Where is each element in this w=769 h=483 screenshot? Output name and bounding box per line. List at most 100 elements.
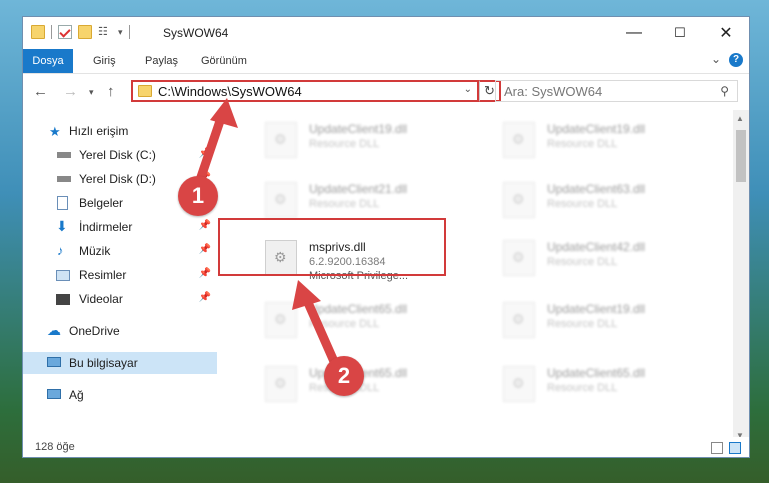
file-type: Resource DLL xyxy=(547,198,618,210)
file-tile[interactable]: UpdateClient65.dll Resource DLL xyxy=(259,300,489,344)
file-tile[interactable]: UpdateClient42.dll Resource DLL xyxy=(497,238,727,282)
dll-file-icon xyxy=(503,182,535,218)
scrollbar-thumb[interactable] xyxy=(736,130,746,182)
forward-icon[interactable]: → xyxy=(63,83,78,100)
tab-view[interactable]: Görünüm xyxy=(201,49,247,73)
dll-file-icon xyxy=(265,366,297,402)
file-type: Resource DLL xyxy=(547,256,618,268)
tiles-view-icon[interactable] xyxy=(729,442,741,454)
ribbon: Dosya Giriş Paylaş Görünüm ⌄ ? xyxy=(23,49,749,74)
search-input[interactable]: Ara: SysWOW64 ⚲ xyxy=(495,80,738,102)
details-view-icon[interactable] xyxy=(711,442,723,454)
sidebar-item-label: Belgeler xyxy=(79,196,124,210)
music-icon: ♪ xyxy=(57,243,64,258)
sidebar-item-label: Ağ xyxy=(69,388,84,402)
computer-icon xyxy=(47,357,61,367)
view-options-icon[interactable]: ☷ xyxy=(98,25,112,39)
file-tile[interactable]: UpdateClient65.dll Resource DLL xyxy=(497,364,727,408)
help-icon[interactable]: ? xyxy=(729,53,743,67)
file-name: UpdateClient21.dll xyxy=(309,182,408,196)
documents-icon xyxy=(57,196,68,210)
search-placeholder: Ara: SysWOW64 xyxy=(504,84,603,99)
sidebar-item-pictures[interactable]: Resimler 📌 xyxy=(23,264,217,286)
network-icon xyxy=(47,389,61,399)
file-name: UpdateClient19.dll xyxy=(309,122,408,136)
file-type: Resource DLL xyxy=(547,138,618,150)
tab-file[interactable]: Dosya xyxy=(23,49,73,73)
separator xyxy=(51,25,52,39)
file-type: Resource DLL xyxy=(547,382,618,394)
file-tile[interactable]: UpdateClient19.dll Resource DLL xyxy=(497,300,727,344)
file-tile[interactable]: UpdateClient19.dll Resource DLL xyxy=(497,120,727,164)
sidebar-item-label: Bu bilgisayar xyxy=(69,356,138,370)
sidebar-item-videos[interactable]: Videolar 📌 xyxy=(23,288,217,310)
folder-icon[interactable] xyxy=(31,25,45,39)
star-icon: ★ xyxy=(49,124,61,139)
address-bar[interactable]: C:\Windows\SysWOW64 ⌄ xyxy=(131,80,479,102)
chevron-down-icon[interactable]: ⌄ xyxy=(464,84,472,95)
vertical-scrollbar[interactable]: ▲ ▼ xyxy=(733,110,749,444)
file-name: UpdateClient63.dll xyxy=(547,182,646,196)
chevron-down-icon[interactable]: ▾ xyxy=(118,27,123,38)
cloud-icon: ☁ xyxy=(47,322,61,338)
quick-access-toolbar: ☷ ▾ xyxy=(31,25,130,39)
dll-file-icon xyxy=(503,366,535,402)
file-name: UpdateClient65.dll xyxy=(309,302,408,316)
sidebar-item-drive-c[interactable]: Yerel Disk (C:) 📌 xyxy=(23,144,217,166)
file-tile[interactable]: UpdateClient65.dll Resource DLL xyxy=(259,364,489,408)
sidebar-item-label: Hızlı erişim xyxy=(69,124,129,138)
pin-icon[interactable]: 📌 xyxy=(199,292,211,303)
file-type: Resource DLL xyxy=(309,318,380,330)
recent-locations-icon[interactable]: ▾ xyxy=(89,87,94,98)
pin-icon[interactable]: 📌 xyxy=(199,220,211,231)
close-button[interactable]: ✕ xyxy=(703,17,749,49)
folder-icon xyxy=(138,85,152,97)
up-icon[interactable]: ↑ xyxy=(107,83,115,100)
status-bar: 128 öğe xyxy=(23,437,749,457)
window-title: SysWOW64 xyxy=(163,26,229,40)
file-name: UpdateClient42.dll xyxy=(547,240,646,254)
file-tile[interactable]: UpdateClient19.dll Resource DLL xyxy=(259,120,489,164)
new-folder-icon[interactable] xyxy=(78,25,92,39)
sidebar-item-quick-access[interactable]: ★ Hızlı erişim xyxy=(23,120,217,142)
drive-icon xyxy=(57,176,71,182)
tab-home[interactable]: Giriş xyxy=(93,49,116,73)
download-icon: ⬇ xyxy=(56,218,68,234)
back-icon[interactable]: ← xyxy=(33,83,48,100)
file-tile[interactable]: UpdateClient63.dll Resource DLL xyxy=(497,180,727,224)
maximize-button[interactable]: ☐ xyxy=(657,17,703,49)
pin-icon[interactable]: 📌 xyxy=(199,148,211,159)
tab-share[interactable]: Paylaş xyxy=(145,49,178,73)
ribbon-expand-icon[interactable]: ⌄ xyxy=(711,52,721,66)
file-type: Resource DLL xyxy=(309,198,380,210)
sidebar-item-onedrive[interactable]: ☁ OneDrive xyxy=(23,320,217,342)
file-type: Resource DLL xyxy=(309,138,380,150)
pin-icon[interactable]: 📌 xyxy=(199,244,211,255)
sidebar-item-label: İndirmeler xyxy=(79,220,133,234)
file-name: UpdateClient65.dll xyxy=(547,366,646,380)
address-text[interactable]: C:\Windows\SysWOW64 xyxy=(158,84,302,99)
sidebar-item-music[interactable]: ♪ Müzik 📌 xyxy=(23,240,217,262)
scroll-up-icon[interactable]: ▲ xyxy=(736,114,744,123)
sidebar-item-label: Müzik xyxy=(79,244,111,258)
title-bar: ☷ ▾ SysWOW64 — ☐ ✕ xyxy=(23,17,749,49)
minimize-button[interactable]: — xyxy=(611,17,657,49)
sidebar-item-label: OneDrive xyxy=(69,324,120,338)
sidebar-item-label: Yerel Disk (C:) xyxy=(79,148,156,162)
sidebar-item-this-pc[interactable]: Bu bilgisayar xyxy=(23,352,217,374)
step-badge-1: 1 xyxy=(178,176,218,216)
file-type: Resource DLL xyxy=(547,318,618,330)
video-icon xyxy=(56,294,70,305)
sidebar-item-downloads[interactable]: ⬇ İndirmeler 📌 xyxy=(23,216,217,238)
navigation-pane: ★ Hızlı erişim Yerel Disk (C:) 📌 Yerel D… xyxy=(23,110,217,432)
sidebar-item-network[interactable]: Ağ xyxy=(23,384,217,406)
sidebar-item-label: Yerel Disk (D:) xyxy=(79,172,156,186)
sidebar-item-label: Videolar xyxy=(79,292,123,306)
properties-icon[interactable] xyxy=(58,25,72,39)
separator xyxy=(128,25,130,39)
dll-file-icon xyxy=(265,182,297,218)
navigation-bar: ← → ▾ ↑ C:\Windows\SysWOW64 ⌄ ↻ Ara: Sys… xyxy=(23,74,749,108)
pin-icon[interactable]: 📌 xyxy=(199,268,211,279)
refresh-icon: ↻ xyxy=(484,83,495,98)
dll-file-icon xyxy=(503,122,535,158)
